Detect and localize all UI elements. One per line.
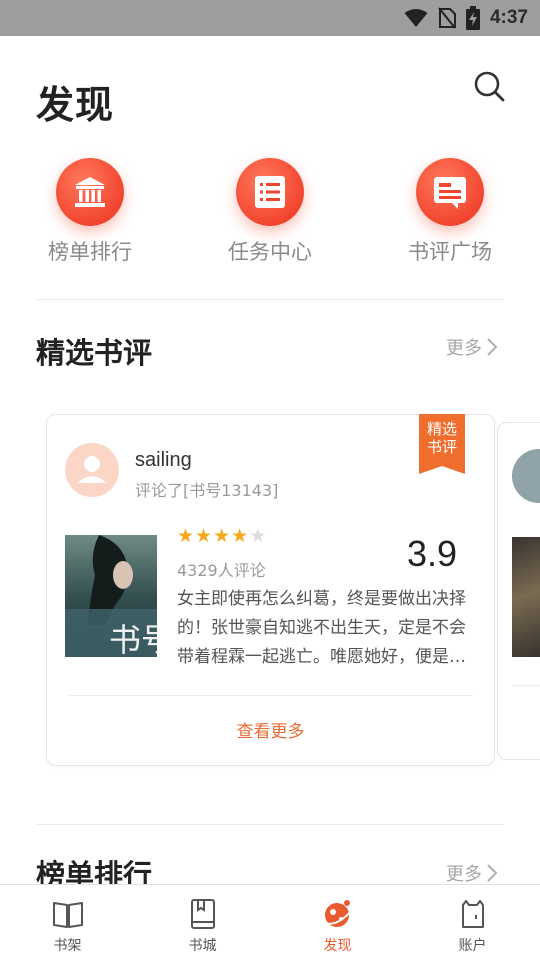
entry-label: 榜单排行 (48, 240, 132, 264)
tab-label: 书城 (188, 938, 217, 954)
bank-icon (56, 158, 124, 226)
bookshelf-icon (52, 902, 83, 928)
chevron-right-icon (487, 338, 498, 356)
card-divider (512, 685, 540, 686)
quick-entries: 榜单排行 任务中心 书评广场 (0, 158, 540, 268)
rating-stars: ★ ★ ★ ★ ★ (177, 527, 266, 546)
tab-bookshelf[interactable]: 书架 (0, 885, 135, 960)
cover-title: 书号 (109, 621, 157, 657)
book-cover[interactable]: 书号 (65, 535, 157, 657)
entry-review-plaza[interactable]: 书评广场 (380, 158, 520, 266)
divider (36, 824, 504, 825)
star-empty-icon: ★ (249, 525, 267, 547)
status-icons: 4:37 (404, 0, 528, 36)
review-target: 评论了[书号13143] (135, 481, 279, 500)
star-filled-icon: ★ (195, 525, 213, 547)
tab-label: 书架 (53, 938, 82, 954)
featured-reviews-more-link[interactable]: 更多 (446, 334, 498, 360)
review-card[interactable]: 精选书评 sailing 评论了[书号13143] 书号 ★★★★★ 4329人… (46, 414, 495, 766)
search-icon (474, 71, 505, 102)
avatar (65, 443, 119, 497)
tab-bookstore[interactable]: 书城 (135, 885, 270, 960)
entry-label: 书评广场 (408, 240, 492, 264)
chevron-right-icon (487, 864, 498, 882)
entry-rankings[interactable]: 榜单排行 (20, 158, 160, 266)
book-cover (512, 537, 540, 657)
see-more-button[interactable]: 查看更多 (47, 717, 494, 742)
tab-account[interactable]: 账户 (405, 885, 540, 960)
planet-icon (323, 900, 352, 927)
entry-tasks[interactable]: 任务中心 (200, 158, 340, 266)
rating-score: 3.9 (407, 533, 458, 574)
status-bar: 4:37 (0, 0, 540, 36)
star-filled-icon: ★ (213, 525, 231, 547)
avatar (512, 449, 540, 503)
section-title-featured-reviews: 精选书评 (36, 336, 153, 370)
tab-discover[interactable]: 发现 (270, 885, 405, 960)
bottom-tab-bar: 书架 书城 发现 账户 (0, 884, 540, 960)
comment-card-icon (416, 158, 484, 226)
battery-charging-icon (465, 6, 480, 30)
no-sim-icon (438, 7, 456, 29)
more-label: 更多 (446, 338, 482, 359)
review-count: 4329人评论 (177, 561, 266, 580)
tab-label: 发现 (323, 938, 352, 954)
tab-label: 账户 (458, 938, 487, 954)
next-review-card-peek[interactable] (497, 422, 540, 760)
review-username: sailing (135, 449, 192, 471)
star-filled-icon: ★ (177, 525, 195, 547)
entry-label: 任务中心 (228, 240, 312, 264)
divider (36, 299, 504, 300)
featured-badge: 精选 书评 (419, 414, 465, 474)
list-icon (236, 158, 304, 226)
search-button[interactable] (470, 68, 508, 106)
book-icon (190, 899, 215, 929)
page-title: 发现 (36, 83, 115, 127)
rankings-more-link[interactable]: 更多 (446, 860, 498, 886)
more-label: 更多 (446, 864, 482, 885)
wifi-icon (404, 9, 428, 27)
card-divider (69, 695, 473, 696)
review-text: 女主即使再怎么纠葛，终是要做出决择的！张世豪自知逃不出生天，定是不会带着程霖一起… (177, 589, 466, 667)
status-time: 4:37 (489, 7, 528, 28)
user-icon (78, 456, 106, 483)
star-filled-icon: ★ (231, 525, 249, 547)
account-icon (461, 900, 484, 928)
